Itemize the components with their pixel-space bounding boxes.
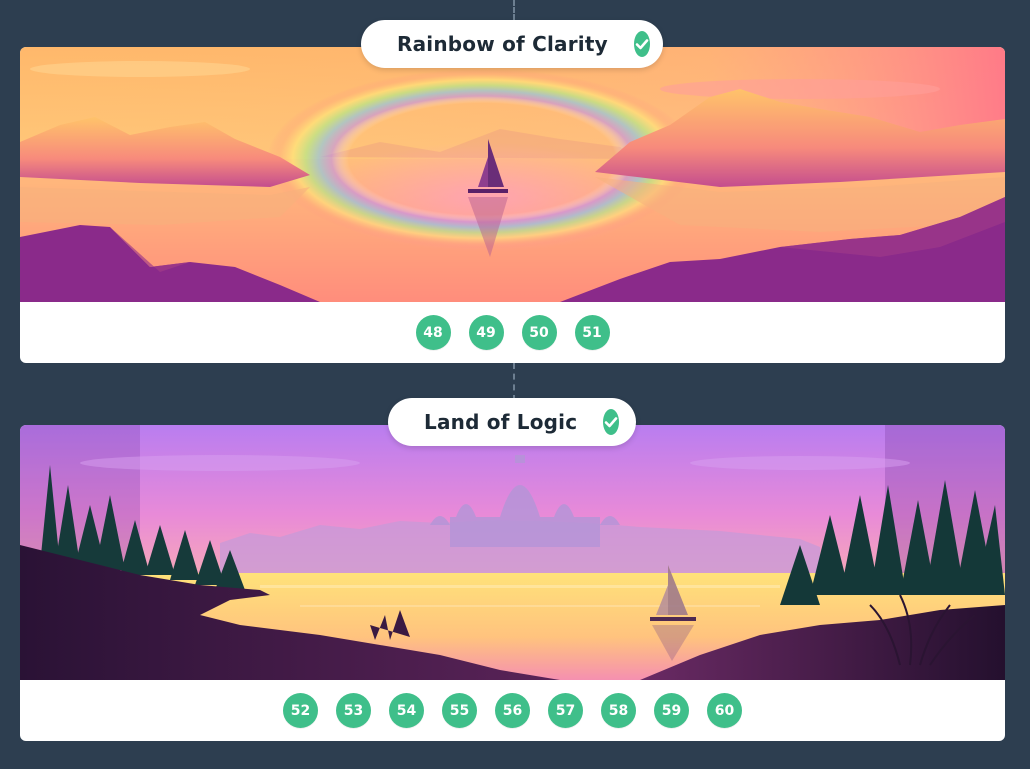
level-badge[interactable]: 55 bbox=[442, 693, 477, 728]
level-badge[interactable]: 59 bbox=[654, 693, 689, 728]
check-icon bbox=[603, 409, 620, 435]
world-scene-logic bbox=[20, 425, 1005, 680]
world-card-rainbow-of-clarity: 48 49 50 51 bbox=[20, 47, 1005, 363]
world-scene-rainbow bbox=[20, 47, 1005, 302]
level-row-world-2: 52 53 54 55 56 57 58 59 60 bbox=[20, 693, 1005, 728]
world-card-land-of-logic: 52 53 54 55 56 57 58 59 60 bbox=[20, 425, 1005, 741]
level-badge[interactable]: 58 bbox=[601, 693, 636, 728]
path-connector-middle bbox=[513, 363, 515, 401]
level-badge[interactable]: 54 bbox=[389, 693, 424, 728]
level-badge[interactable]: 50 bbox=[521, 315, 557, 350]
level-badge[interactable]: 60 bbox=[707, 693, 742, 728]
level-badge[interactable]: 51 bbox=[574, 315, 610, 350]
level-badge[interactable]: 53 bbox=[336, 693, 371, 728]
level-badge[interactable]: 48 bbox=[415, 315, 451, 350]
level-badge[interactable]: 57 bbox=[548, 693, 583, 728]
level-badge[interactable]: 52 bbox=[283, 693, 318, 728]
world-title-text: Land of Logic bbox=[424, 410, 578, 434]
world-title-text: Rainbow of Clarity bbox=[397, 32, 608, 56]
level-badge[interactable]: 49 bbox=[468, 315, 504, 350]
path-connector-top bbox=[513, 0, 515, 20]
world-map-page: 48 49 50 51 Rainbow of Clarity 52 53 54 … bbox=[0, 0, 1030, 769]
level-row-world-1: 48 49 50 51 bbox=[20, 315, 1005, 350]
check-icon bbox=[633, 31, 650, 57]
level-badge[interactable]: 56 bbox=[495, 693, 530, 728]
world-title-rainbow-of-clarity[interactable]: Rainbow of Clarity bbox=[361, 20, 663, 68]
world-title-land-of-logic[interactable]: Land of Logic bbox=[388, 398, 636, 446]
